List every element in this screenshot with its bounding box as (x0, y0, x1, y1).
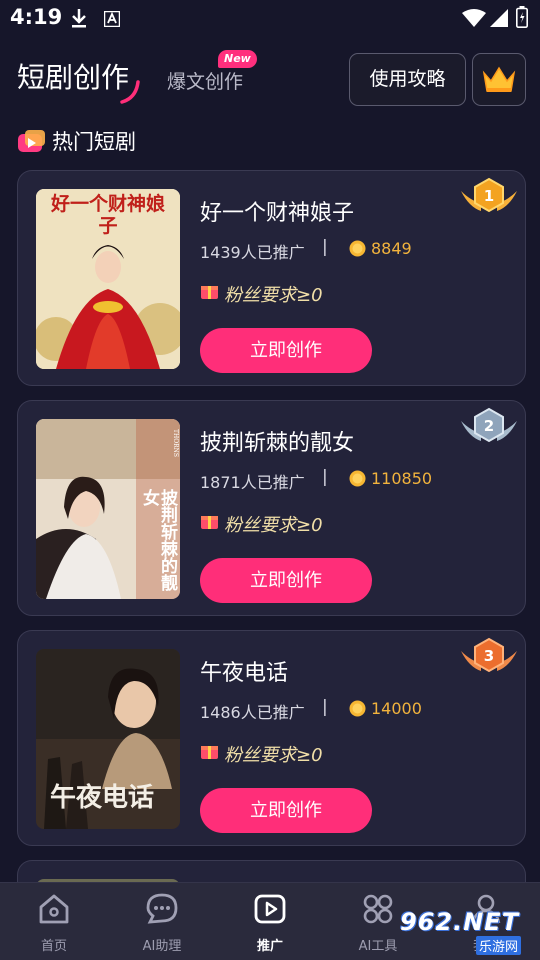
nav-ai-assistant[interactable]: AI助理 (108, 883, 216, 960)
coin-reward: 110850 (371, 469, 433, 488)
active-tab-indicator (120, 80, 140, 104)
fans-requirement: 粉丝要求≥0 (224, 285, 323, 306)
promo-count: 1439人已推广 (200, 243, 305, 262)
fans-requirement: 粉丝要求≥0 (224, 515, 323, 536)
create-button[interactable]: 立即创作 (200, 558, 372, 603)
battery-icon (516, 6, 528, 28)
poster-title: 披荆斩棘的靓女 (139, 489, 177, 591)
new-badge: New (218, 50, 257, 68)
tab-article[interactable]: 爆文创作 (167, 67, 243, 94)
drama-card[interactable]: 披荆斩棘的靓女 A BEAUTIFUL WOMAN WHO CUTS THROU… (17, 400, 526, 616)
drama-title: 披荆斩棘的靓女 (200, 431, 355, 456)
tab-short-drama[interactable]: 短剧创作 (17, 56, 129, 96)
rank-number: 2 (484, 417, 494, 435)
vip-button[interactable] (472, 53, 526, 106)
watermark-logo: 962.NET 乐游网 (398, 908, 536, 956)
create-button[interactable]: 立即创作 (200, 788, 372, 833)
promo-count: 1486人已推广 (200, 703, 305, 722)
nav-label: 推广 (256, 939, 283, 954)
rank-number: 3 (484, 647, 494, 665)
coin-reward: 8849 (371, 239, 412, 258)
poster-title: 午夜电话 (50, 783, 155, 813)
nav-home[interactable]: 首页 (0, 883, 108, 960)
video-play-icon (254, 894, 286, 924)
status-time: 4:19 (10, 5, 63, 29)
separator: | (322, 697, 328, 717)
nav-label: AI助理 (142, 939, 182, 954)
gift-icon (201, 746, 218, 759)
wifi-icon (462, 9, 486, 27)
rank-number: 1 (484, 187, 494, 205)
play-icon (18, 130, 45, 152)
section-title: 热门短剧 (52, 130, 136, 154)
drama-card[interactable]: 好一个财神娘子 好一个财神娘子 1439人已推广 | 8849 粉丝要求≥0 立… (17, 170, 526, 386)
rank-medal-silver-icon: 2 (461, 407, 517, 443)
fans-requirement: 粉丝要求≥0 (224, 745, 323, 766)
poster-subtitle: A BEAUTIFUL WOMAN WHO CUTS THROUGH THE T… (172, 429, 180, 591)
separator: | (322, 467, 328, 487)
guide-button[interactable]: 使用攻略 (349, 53, 466, 106)
coin-icon (349, 470, 366, 487)
nav-promote[interactable]: 推广 (216, 883, 324, 960)
home-icon (39, 894, 69, 924)
drama-poster[interactable]: 午夜电话 (36, 649, 180, 829)
rank-medal-gold-icon: 1 (461, 177, 517, 213)
drama-poster[interactable]: 披荆斩棘的靓女 A BEAUTIFUL WOMAN WHO CUTS THROU… (36, 419, 180, 599)
drama-card[interactable]: 午夜电话 午夜电话 1486人已推广 | 14000 粉丝要求≥0 立即创作 3 (17, 630, 526, 846)
drama-poster[interactable]: 好一个财神娘子 (36, 189, 180, 369)
a-notification-icon (104, 11, 120, 27)
poster-title: 好一个财神娘子 (50, 193, 165, 237)
drama-title: 午夜电话 (200, 661, 289, 686)
drama-title: 好一个财神娘子 (200, 201, 355, 226)
coin-icon (349, 240, 366, 257)
gift-icon (201, 286, 218, 299)
gift-icon (201, 516, 218, 529)
nav-label: 首页 (40, 939, 67, 954)
download-icon (72, 9, 86, 28)
grid-icon (363, 894, 393, 924)
promo-count: 1871人已推广 (200, 473, 305, 492)
rank-medal-bronze-icon: 3 (461, 637, 517, 673)
coin-icon (349, 700, 366, 717)
watermark-main: 962.NET (400, 908, 520, 936)
signal-icon (490, 9, 508, 27)
chat-icon (146, 893, 178, 924)
create-button[interactable]: 立即创作 (200, 328, 372, 373)
coin-reward: 14000 (371, 699, 422, 718)
status-bar: 4:19 (0, 0, 540, 36)
watermark-sub: 乐游网 (476, 936, 522, 955)
separator: | (322, 237, 328, 257)
crown-icon (482, 66, 516, 92)
